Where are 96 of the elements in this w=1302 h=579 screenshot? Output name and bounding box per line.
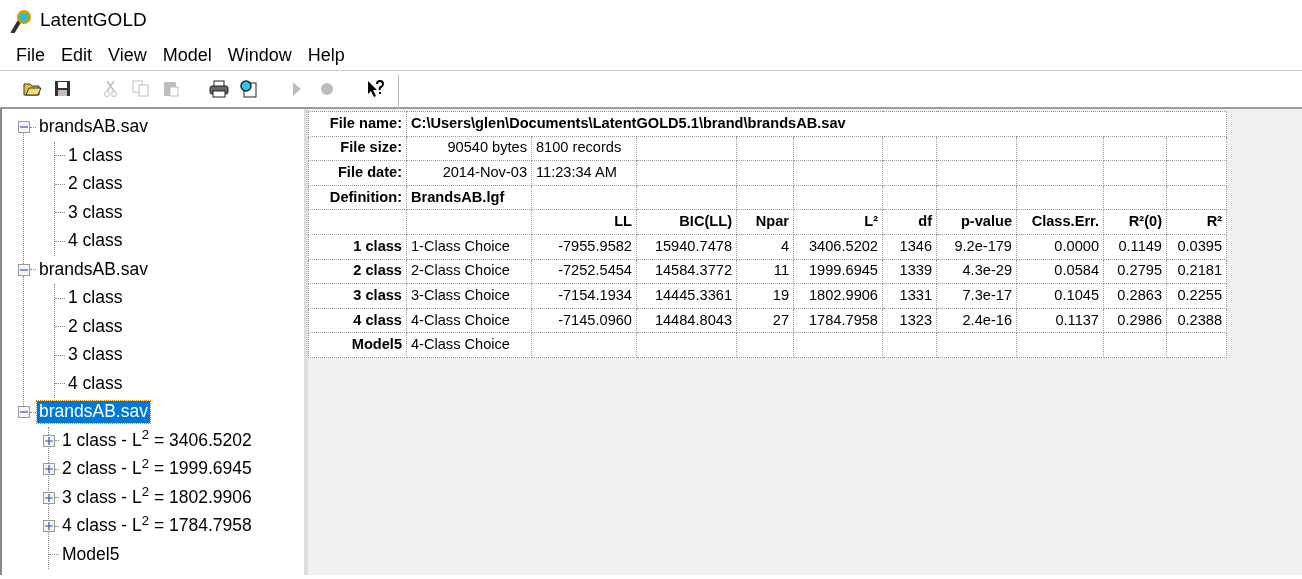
tree-item[interactable]: brandsAB.sav — [37, 401, 150, 424]
table-cell: 15940.7478 — [636, 234, 737, 260]
table-cell: 3406.5202 — [793, 234, 883, 260]
table-cell: 1346 — [882, 234, 937, 260]
table-cell: 11 — [736, 259, 794, 284]
table-cell: 0.2255 — [1166, 283, 1227, 309]
tree-item[interactable]: 1 class — [66, 144, 125, 167]
tree-item[interactable]: 1 class - L$^{2}$ = 3406.5202 — [60, 429, 254, 452]
field-value: 2014-Nov-03 — [406, 160, 532, 186]
menu-item[interactable]: Window — [219, 41, 300, 69]
field-value: 8100 records — [531, 136, 637, 161]
tree-item[interactable]: 4 class - L$^{2}$ = 1784.7958 — [60, 515, 254, 538]
table-cell: 14445.3361 — [636, 283, 737, 309]
column-header: df — [882, 209, 937, 235]
table-cell: 0.0584 — [1016, 259, 1104, 284]
table-cell: 1802.9906 — [793, 283, 883, 309]
menu-item[interactable]: Model — [154, 41, 220, 69]
table-cell: -7145.0960 — [531, 308, 637, 333]
table-cell: 1323 — [882, 308, 937, 333]
expand-icon[interactable] — [43, 463, 55, 476]
table-cell: 19 — [736, 283, 794, 309]
field-label: File name: — [308, 111, 407, 137]
table-cell: 4-Class Choice — [406, 332, 532, 358]
expand-icon[interactable] — [43, 434, 55, 447]
tree-item[interactable]: 2 class — [66, 173, 125, 196]
table-cell: 0.0000 — [1016, 234, 1104, 260]
row-header: 2 class — [308, 259, 407, 284]
column-header: R²(0) — [1103, 209, 1167, 235]
column-header: p-value — [936, 209, 1017, 235]
field-value: 90540 bytes — [406, 136, 532, 161]
table-cell: 9.2e-179 — [936, 234, 1017, 260]
table-cell: 0.2181 — [1166, 259, 1227, 284]
table-cell: 2.4e-16 — [936, 308, 1017, 333]
collapse-icon[interactable] — [18, 121, 30, 134]
table-cell: 4 — [736, 234, 794, 260]
table-cell: 0.1137 — [1016, 308, 1104, 333]
table-cell: -7154.1934 — [531, 283, 637, 309]
menu-item[interactable]: Help — [299, 41, 353, 69]
tree-item[interactable]: 2 class - L$^{2}$ = 1999.6945 — [60, 458, 254, 481]
table-cell: -7955.9582 — [531, 234, 637, 260]
table-cell: -7252.5454 — [531, 259, 637, 284]
expand-icon[interactable] — [43, 520, 55, 533]
field-label: File date: — [308, 160, 407, 186]
expand-icon[interactable] — [43, 491, 55, 504]
tree-item[interactable]: 3 class - L$^{2}$ = 1802.9906 — [60, 486, 254, 509]
table-cell: 7.3e-17 — [936, 283, 1017, 309]
table-cell: 14484.8043 — [636, 308, 737, 333]
table-cell: 1784.7958 — [793, 308, 883, 333]
column-header: L² — [793, 209, 883, 235]
tree-item[interactable]: 4 class — [66, 372, 125, 395]
menu-item[interactable]: Edit — [53, 41, 101, 69]
magnifier-icon — [10, 8, 32, 33]
tree-item[interactable]: brandsAB.sav — [37, 258, 150, 281]
table-cell: 1331 — [882, 283, 937, 309]
column-header: R² — [1166, 209, 1227, 235]
table-cell: 2-Class Choice — [406, 259, 532, 284]
tree-item[interactable]: 2 class — [66, 315, 125, 338]
tree-item[interactable]: brandsAB.sav — [37, 116, 150, 139]
table-cell: 0.2863 — [1103, 283, 1167, 309]
window-title: LatentGOLD — [40, 7, 147, 32]
column-header: Npar — [736, 209, 794, 235]
row-header: 4 class — [308, 308, 407, 333]
field-value: C:\Users\glen\Documents\LatentGOLD5.1\brand\brandsAB.sav — [406, 111, 1227, 137]
tree-item[interactable]: 3 class — [66, 201, 125, 224]
tree-item[interactable]: Model5 — [60, 543, 122, 566]
table-cell: 0.2986 — [1103, 308, 1167, 333]
column-header: Class.Err. — [1016, 209, 1104, 235]
row-header: 3 class — [308, 283, 407, 309]
field-value: 11:23:34 AM — [531, 160, 637, 186]
table-cell: 0.1045 — [1016, 283, 1104, 309]
collapse-icon[interactable] — [18, 406, 30, 419]
menu-item[interactable]: File — [8, 41, 53, 69]
column-header: BIC(LL) — [636, 209, 737, 235]
field-label: Definition: — [308, 185, 407, 210]
table-cell: 0.0395 — [1166, 234, 1227, 260]
table-cell: 0.2388 — [1166, 308, 1227, 333]
tree-item[interactable]: 3 class — [66, 344, 125, 367]
menu-item[interactable]: View — [100, 41, 155, 69]
table-cell: 4-Class Choice — [406, 308, 532, 333]
table-cell: 1-Class Choice — [406, 234, 532, 260]
field-value: BrandsAB.lgf — [406, 185, 532, 210]
row-header: Model5 — [308, 332, 407, 358]
collapse-icon[interactable] — [18, 263, 30, 276]
table-cell: 0.1149 — [1103, 234, 1167, 260]
table-cell: 3-Class Choice — [406, 283, 532, 309]
tree-item[interactable]: 4 class — [66, 230, 125, 253]
table-cell: 14584.3772 — [636, 259, 737, 284]
row-header: 1 class — [308, 234, 407, 260]
column-header: LL — [531, 209, 637, 235]
table-cell: 1999.6945 — [793, 259, 883, 284]
table-cell: 27 — [736, 308, 794, 333]
table-cell: 0.2795 — [1103, 259, 1167, 284]
tree-item[interactable]: 1 class — [66, 287, 125, 310]
table-cell: 1339 — [882, 259, 937, 284]
table-cell: 4.3e-29 — [936, 259, 1017, 284]
field-label: File size: — [308, 136, 407, 161]
